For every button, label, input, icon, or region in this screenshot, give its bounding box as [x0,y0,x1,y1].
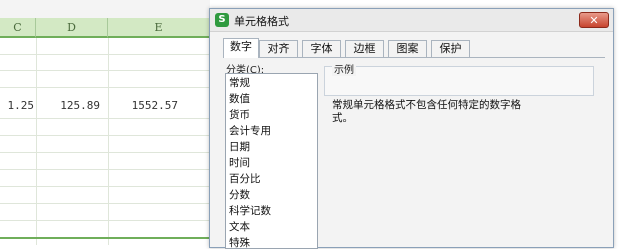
sample-preview-box [324,66,594,96]
cell-e-value[interactable]: 1552.57 [108,96,178,116]
dialog-title: 单元格格式 [234,15,289,28]
column-header-c[interactable]: C [0,18,36,38]
row-divider [0,87,210,88]
tab-baseline [223,57,605,58]
format-description: 常规单元格格式不包含任何特定的数字格式。 [332,99,521,124]
tab-number[interactable]: 数字 [223,38,259,58]
category-item-percentage[interactable]: 百分比 [229,171,261,186]
tab-bar: 数字 对齐 字体 边框 图案 保护 [223,38,603,58]
tab-font[interactable]: 字体 [302,40,341,57]
category-item-date[interactable]: 日期 [229,139,250,154]
row-divider [0,220,210,221]
selected-row-border [0,237,210,239]
sheet-top-strip [0,0,210,18]
tab-alignment[interactable]: 对齐 [259,40,298,57]
format-cells-dialog: S 单元格格式 ✕ 数字 对齐 字体 边框 图案 保护 分类(C): 常规 数值… [209,8,614,249]
tab-pattern[interactable]: 图案 [388,40,427,57]
row-divider [0,70,210,71]
column-header-e[interactable]: E [108,18,210,38]
category-item-special[interactable]: 特殊 [229,235,250,248]
column-header-d[interactable]: D [36,18,108,38]
category-item-fraction[interactable]: 分数 [229,187,250,202]
category-item-time[interactable]: 时间 [229,155,250,170]
row-divider [0,203,210,204]
category-item-scientific[interactable]: 科学记数 [229,203,271,218]
category-list[interactable]: 常规 数值 货币 会计专用 日期 时间 百分比 分数 科学记数 文本 特殊 [225,73,318,249]
row-divider [0,186,210,187]
cell-c-value[interactable]: 1.25 [0,96,35,116]
sample-label: 示例 [332,61,356,76]
tab-protection[interactable]: 保护 [431,40,470,57]
row-divider [0,54,210,55]
close-button[interactable]: ✕ [579,12,609,28]
category-item-accounting[interactable]: 会计专用 [229,123,271,138]
category-item-number[interactable]: 数值 [229,91,250,106]
wps-s-icon: S [215,13,229,27]
cell-d-value[interactable]: 125.89 [36,96,100,116]
row-divider [0,169,210,170]
tab-border[interactable]: 边框 [345,40,384,57]
category-item-text[interactable]: 文本 [229,219,250,234]
row-divider [0,118,210,119]
dialog-titlebar[interactable]: S 单元格格式 ✕ [210,9,613,32]
row-divider [0,152,210,153]
category-item-general[interactable]: 常规 [229,75,250,90]
row-divider [0,135,210,136]
category-item-currency[interactable]: 货币 [229,107,250,122]
